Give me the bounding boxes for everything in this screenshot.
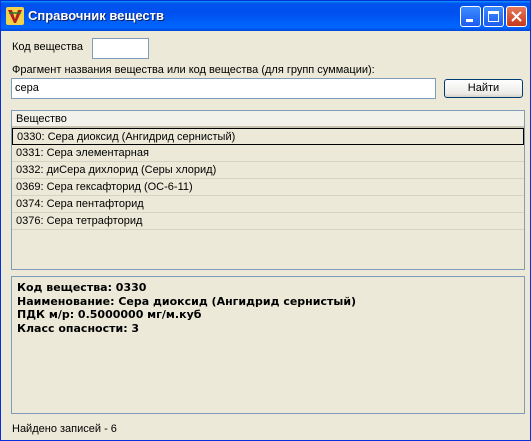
minimize-icon bbox=[466, 19, 473, 22]
list-item[interactable]: 0330: Сера диоксид (Ангидрид сернистый) bbox=[12, 128, 524, 145]
detail-code: Код вещества: 0330 bbox=[17, 281, 147, 294]
detail-name: Наименование: Сера диоксид (Ангидрид сер… bbox=[17, 294, 357, 308]
code-input[interactable] bbox=[92, 38, 149, 59]
maximize-icon bbox=[488, 11, 499, 22]
detail-pdk: ПДК м/р: 0.5000000 мг/м.куб bbox=[17, 308, 202, 321]
list-item[interactable]: 0376: Сера тетрафторид bbox=[12, 213, 524, 230]
minimize-button[interactable] bbox=[460, 6, 481, 27]
window-title: Справочник веществ bbox=[28, 8, 165, 23]
close-button[interactable] bbox=[506, 6, 527, 27]
details-panel: Код вещества: 0330 Наименование: Сера ди… bbox=[11, 276, 525, 414]
title-bar[interactable]: Справочник веществ bbox=[1, 1, 530, 31]
search-label: Фрагмент названия вещества или код вещес… bbox=[12, 64, 375, 76]
list-item[interactable]: 0369: Сера гексафторид (ОС-6-11) bbox=[12, 179, 524, 196]
code-label: Код вещества bbox=[12, 41, 84, 53]
list-item[interactable]: 0332: диСера дихлорид (Серы хлорид) bbox=[12, 162, 524, 179]
v-logo-icon bbox=[6, 7, 24, 25]
list-item[interactable]: 0374: Сера пентафторид bbox=[12, 196, 524, 213]
main-window: Справочник веществ Код вещества Фрагмент… bbox=[0, 0, 531, 441]
status-text: Найдено записей - 6 bbox=[12, 423, 117, 435]
search-input[interactable]: сера bbox=[11, 78, 436, 99]
find-button[interactable]: Найти bbox=[444, 79, 523, 98]
list-item[interactable]: 0331: Сера элементарная bbox=[12, 145, 524, 162]
close-icon bbox=[511, 11, 522, 22]
maximize-button[interactable] bbox=[483, 6, 504, 27]
substance-list[interactable]: Вещество 0330: Сера диоксид (Ангидрид се… bbox=[11, 110, 525, 270]
detail-hazard-class: Класс опасности: 3 bbox=[17, 321, 140, 335]
list-header-substance[interactable]: Вещество bbox=[12, 111, 524, 128]
